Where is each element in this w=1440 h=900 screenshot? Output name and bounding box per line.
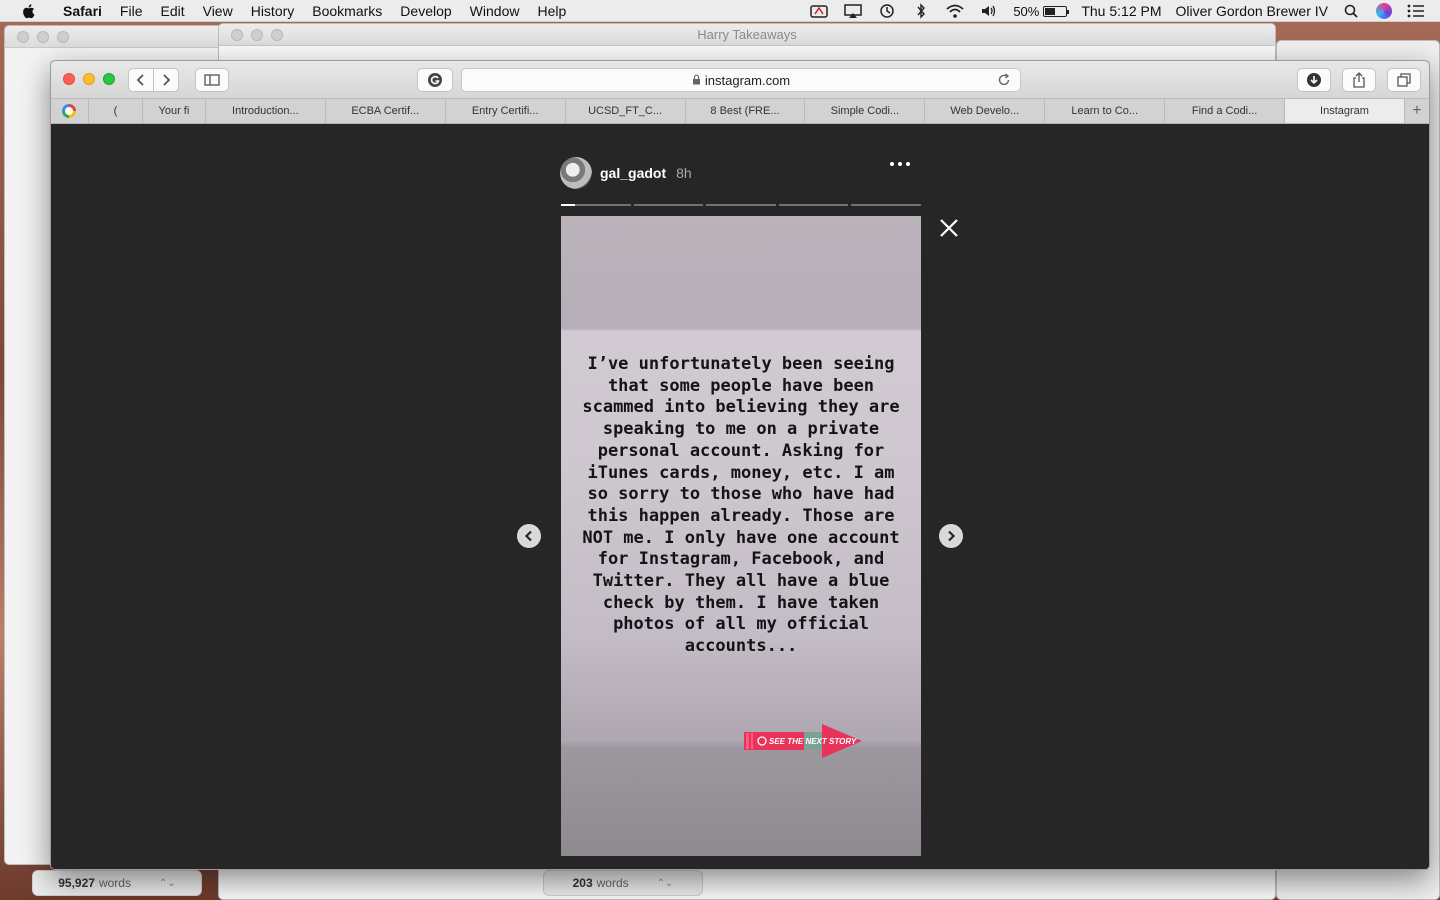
story-progress-fill [561,204,575,206]
minimize-window-button[interactable] [83,73,95,85]
chevron-right-icon [948,530,956,542]
word-count-unit: words [98,876,131,890]
share-button[interactable] [1342,68,1376,92]
siri-icon[interactable] [1376,3,1392,19]
wifi-icon[interactable] [945,3,965,19]
lock-icon [692,73,701,88]
chevron-left-icon [524,530,532,542]
tab-item[interactable]: Simple Codi... [805,99,926,123]
notification-center-icon[interactable] [1406,3,1426,19]
story-username[interactable]: gal_gadot [600,165,666,181]
tab-item[interactable]: Entry Certifi... [446,99,566,123]
tab-item[interactable]: Find a Codi... [1165,99,1286,123]
close-icon[interactable] [938,217,960,239]
forward-button[interactable] [153,68,179,92]
word-count-left[interactable]: 95,927 words ⌃⌄ [32,870,202,896]
story-progress-segment [561,204,631,206]
tab-instagram[interactable]: Instagram [1285,99,1405,123]
menu-edit[interactable]: Edit [151,0,193,22]
story-image[interactable]: I’ve unfortunately been seeing that some… [561,216,921,856]
tabs-icon [1397,73,1411,87]
story-top-band [561,216,921,329]
apple-icon[interactable] [20,2,38,20]
previous-story-button[interactable] [517,524,541,548]
menu-history[interactable]: History [242,0,304,22]
downloads-button[interactable] [1297,68,1331,92]
story-progress-segment [706,204,776,206]
tab-item[interactable]: Your fi [143,99,206,123]
extension-button[interactable] [417,68,453,92]
time-machine-icon[interactable] [877,3,897,19]
story-timestamp: 8h [676,165,692,181]
close-window-button[interactable] [63,73,75,85]
avatar[interactable] [560,157,592,189]
url-text: instagram.com [704,72,791,88]
sidebar-icon [204,74,220,86]
menu-clock[interactable]: Thu 5:12 PM [1081,3,1161,19]
story-viewer: gal_gadot 8h I’ve unfortunately been see… [51,124,1429,869]
menu-file[interactable]: File [111,0,152,22]
stepper-icon: ⌃⌄ [656,877,674,889]
menu-app-safari[interactable]: Safari [54,0,111,22]
tab-overview-button[interactable] [1387,68,1421,92]
tab-bar: ( Your fi Introduction... ECBA Certif...… [51,99,1429,124]
word-count-unit: words [596,876,629,890]
tab-item[interactable]: Learn to Co... [1045,99,1166,123]
zoom-window-button[interactable] [103,73,115,85]
story-progress-bar [561,204,921,206]
menu-user[interactable]: Oliver Gordon Brewer IV [1176,3,1329,19]
browser-toolbar: instagram.com [51,61,1429,99]
story-progress-segment [778,204,849,206]
next-story-sticker: SEE THE NEXT STORY [744,724,862,758]
menu-bar: Safari File Edit View History Bookmarks … [0,0,1440,22]
tab-item[interactable]: Introduction... [206,99,326,123]
airplay-icon[interactable] [843,3,863,19]
background-window-titlebar [5,26,223,48]
sidebar-toggle-button[interactable] [195,68,229,92]
menu-develop[interactable]: Develop [391,0,460,22]
google-icon [62,104,77,118]
document-titlebar: Harry Takeaways [219,24,1275,46]
creative-cloud-icon[interactable] [809,3,829,19]
story-header: gal_gadot 8h [560,156,920,190]
sticker-label: SEE THE NEXT STORY [769,737,857,746]
chevron-left-icon [136,74,144,86]
tab-item[interactable]: ECBA Certif... [326,99,446,123]
document-title: Harry Takeaways [697,27,797,42]
address-bar[interactable]: instagram.com [461,68,1021,92]
battery-icon[interactable] [1043,5,1070,17]
safari-window: instagram.com ( Your fi Introduction... … [50,60,1430,870]
back-button[interactable] [128,68,154,92]
window-controls [17,31,69,43]
word-count-document[interactable]: 203 words ⌃⌄ [543,870,703,896]
bluetooth-icon[interactable] [911,3,931,19]
next-story-button[interactable] [939,524,963,548]
menu-view[interactable]: View [194,0,242,22]
tab-item[interactable]: ( [89,99,143,123]
tab-item[interactable]: 8 Best (FRE... [686,99,806,123]
menu-window[interactable]: Window [461,0,529,22]
share-icon [1353,72,1365,88]
download-icon [1307,73,1321,87]
menu-help[interactable]: Help [528,0,575,22]
window-controls [63,73,115,85]
stepper-icon: ⌃⌄ [158,877,176,889]
spotlight-search-icon[interactable] [1342,3,1362,19]
grammarly-icon [428,73,442,87]
new-tab-button[interactable]: + [1405,99,1429,123]
word-count-number: 203 [572,876,593,890]
menu-bookmarks[interactable]: Bookmarks [303,0,391,22]
story-progress-segment [851,204,921,206]
word-count-number: 95,927 [58,876,95,890]
more-options-icon[interactable] [890,162,910,166]
reload-icon[interactable] [996,72,1012,88]
story-text: I’ve unfortunately been seeing that some… [582,354,900,657]
story-progress-segment [633,204,704,206]
tab-google[interactable] [51,99,89,123]
chevron-right-icon [163,74,171,86]
volume-icon[interactable] [979,3,999,19]
tab-item[interactable]: Web Develo... [925,99,1046,123]
tab-item[interactable]: UCSD_FT_C... [566,99,686,123]
battery-percentage: 50% [1013,3,1040,19]
